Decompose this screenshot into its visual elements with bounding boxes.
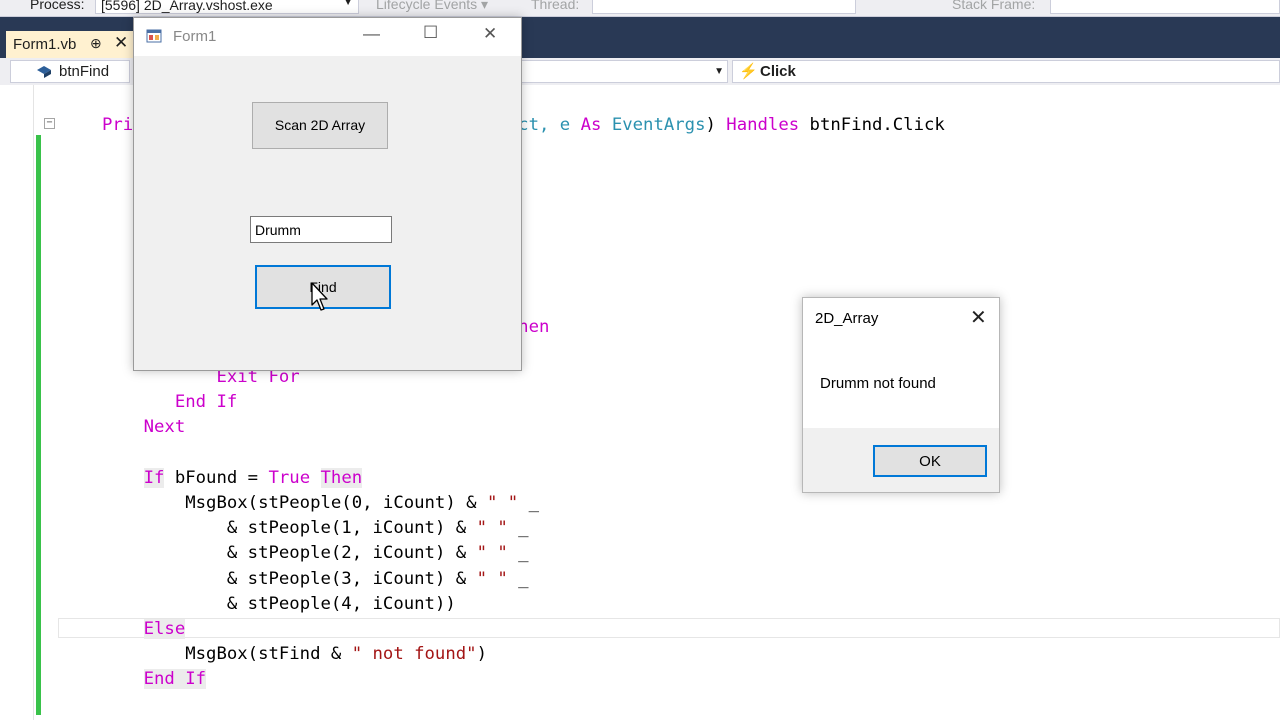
ok-button[interactable]: OK	[873, 445, 987, 477]
event-name: Click	[760, 63, 796, 80]
code-string: " "	[476, 543, 508, 564]
process-dropdown[interactable]: [5596] 2D_Array.vshost.exe ▼	[95, 0, 359, 14]
message-text: Drumm not found	[820, 375, 936, 392]
collapse-icon[interactable]: −	[44, 118, 55, 129]
chevron-down-icon: ▼	[714, 66, 724, 77]
thread-label: Thread:	[531, 0, 580, 12]
form1-window[interactable]: Form1 — ☐ ✕ Scan 2D Array Drumm Find	[133, 17, 522, 371]
scan-2d-array-button[interactable]: Scan 2D Array	[252, 102, 388, 149]
gutter-divider	[33, 85, 34, 720]
close-icon[interactable]: ✕	[970, 305, 987, 330]
object-name: btnFind	[59, 63, 110, 80]
object-dropdown[interactable]: btnFind	[10, 60, 130, 83]
chevron-down-icon: ▼	[343, 0, 353, 8]
code-type: EventArgs	[611, 115, 706, 135]
code-string: " not found"	[351, 644, 477, 665]
form-app-icon	[146, 29, 162, 43]
mouse-cursor-icon	[311, 282, 328, 311]
code-keyword: Handles	[726, 115, 800, 135]
code-string: " "	[486, 493, 519, 514]
code-keyword: If	[143, 467, 165, 488]
code-string: " "	[476, 568, 508, 589]
code-keyword: Then	[320, 467, 363, 488]
close-icon[interactable]: ✕	[114, 33, 128, 53]
code-keyword: Pri	[102, 115, 134, 135]
process-label: Process:	[30, 0, 85, 12]
code-keyword: End If	[174, 392, 238, 413]
message-box[interactable]: 2D_Array ✕ Drumm not found OK	[802, 297, 1000, 493]
maximize-icon[interactable]: ☐	[423, 23, 438, 43]
tab-label: Form1.vb	[13, 36, 77, 53]
form1-title: Form1	[173, 28, 217, 45]
code-string: " "	[476, 518, 508, 539]
message-box-footer: OK	[803, 428, 999, 492]
process-value: [5596] 2D_Array.vshost.exe	[101, 0, 273, 13]
code-keyword: True	[268, 467, 311, 488]
change-tracking-bar	[36, 135, 41, 715]
stack-frame-dropdown[interactable]	[1050, 0, 1280, 14]
code-keyword: As	[580, 115, 602, 135]
code-keyword: Next	[143, 417, 186, 438]
close-icon[interactable]: ✕	[483, 24, 497, 44]
lifecycle-events-button[interactable]: Lifecycle Events ▾	[376, 0, 488, 13]
form1-titlebar[interactable]: Form1 — ☐ ✕	[134, 18, 521, 56]
field-icon	[37, 66, 51, 78]
tab-form1-vb[interactable]: Form1.vb ⊕ ✕	[6, 31, 134, 58]
stack-frame-label: Stack Frame:	[952, 0, 1036, 12]
code-keyword: Else	[143, 619, 186, 640]
pin-icon[interactable]: ⊕	[90, 35, 102, 52]
search-input[interactable]: Drumm	[250, 216, 392, 243]
minimize-icon[interactable]: —	[363, 24, 380, 44]
thread-dropdown[interactable]	[592, 0, 856, 14]
debug-toolbar: Process: [5596] 2D_Array.vshost.exe ▼ Li…	[0, 0, 1280, 17]
message-box-title: 2D_Array	[815, 310, 879, 327]
event-dropdown[interactable]: ⚡ Click	[732, 60, 1280, 83]
object-dropdown-arrow[interactable]: ▼	[520, 60, 728, 83]
code-keyword: End If	[143, 669, 207, 690]
lightning-icon: ⚡	[739, 63, 758, 80]
